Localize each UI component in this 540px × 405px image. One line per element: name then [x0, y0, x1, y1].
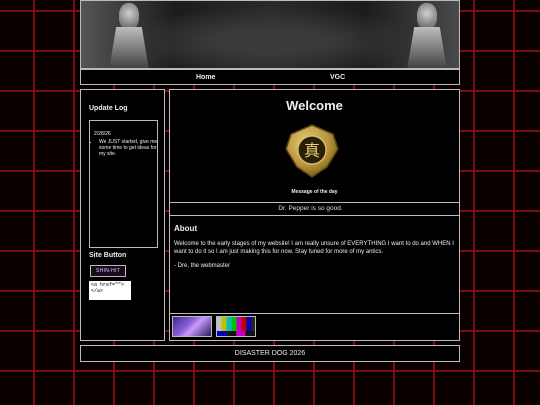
nav-home-link[interactable]: Home: [196, 74, 215, 81]
header-banner: [80, 0, 460, 69]
update-log-box[interactable]: 2/28/26 We JUST started, give me some ti…: [89, 120, 158, 248]
sidebar: Update Log 2/28/26 We JUST started, give…: [80, 89, 165, 341]
update-log-title: Update Log: [89, 105, 128, 112]
update-date: 2/28/26: [94, 131, 111, 137]
main-content: Welcome 真 Message of the day Dr. Pepper …: [169, 89, 460, 341]
emblem-kanji: 真: [304, 141, 320, 160]
divider: [170, 215, 459, 216]
update-item: We JUST started, give me some time to ge…: [99, 139, 159, 157]
top-nav: Home VGC: [80, 69, 460, 85]
about-paragraph: Welcome to the early stages of my websit…: [174, 241, 454, 255]
about-title: About: [174, 224, 198, 233]
site-button-image[interactable]: SHIN-HIT: [90, 265, 126, 277]
footer: DISASTER DOG 2026: [80, 345, 460, 362]
message-of-the-day: Dr. Pepper is so good.: [278, 205, 343, 212]
site-button-code-textarea[interactable]: <a href=""> </a>: [89, 281, 131, 300]
about-text: Welcome to the early stages of my websit…: [174, 241, 457, 278]
footer-text: DISASTER DOG 2026: [234, 350, 306, 357]
banner-character-right: [407, 3, 447, 68]
divider: [170, 313, 459, 314]
divider: [170, 202, 459, 203]
update-list: We JUST started, give me some time to ge…: [90, 139, 159, 157]
welcome-title: Welcome: [286, 98, 343, 113]
gallery-thumbnail[interactable]: [216, 316, 256, 337]
motd-label: Message of the day: [291, 189, 338, 195]
nav-vgc-link[interactable]: VGC: [330, 74, 345, 81]
emblem-icon: 真: [285, 124, 339, 178]
about-signature: - Dre, the webmaster: [174, 263, 231, 269]
site-button-title: Site Button: [89, 252, 127, 259]
banner-character-left: [109, 3, 149, 68]
gallery-thumbnail[interactable]: [172, 316, 212, 337]
